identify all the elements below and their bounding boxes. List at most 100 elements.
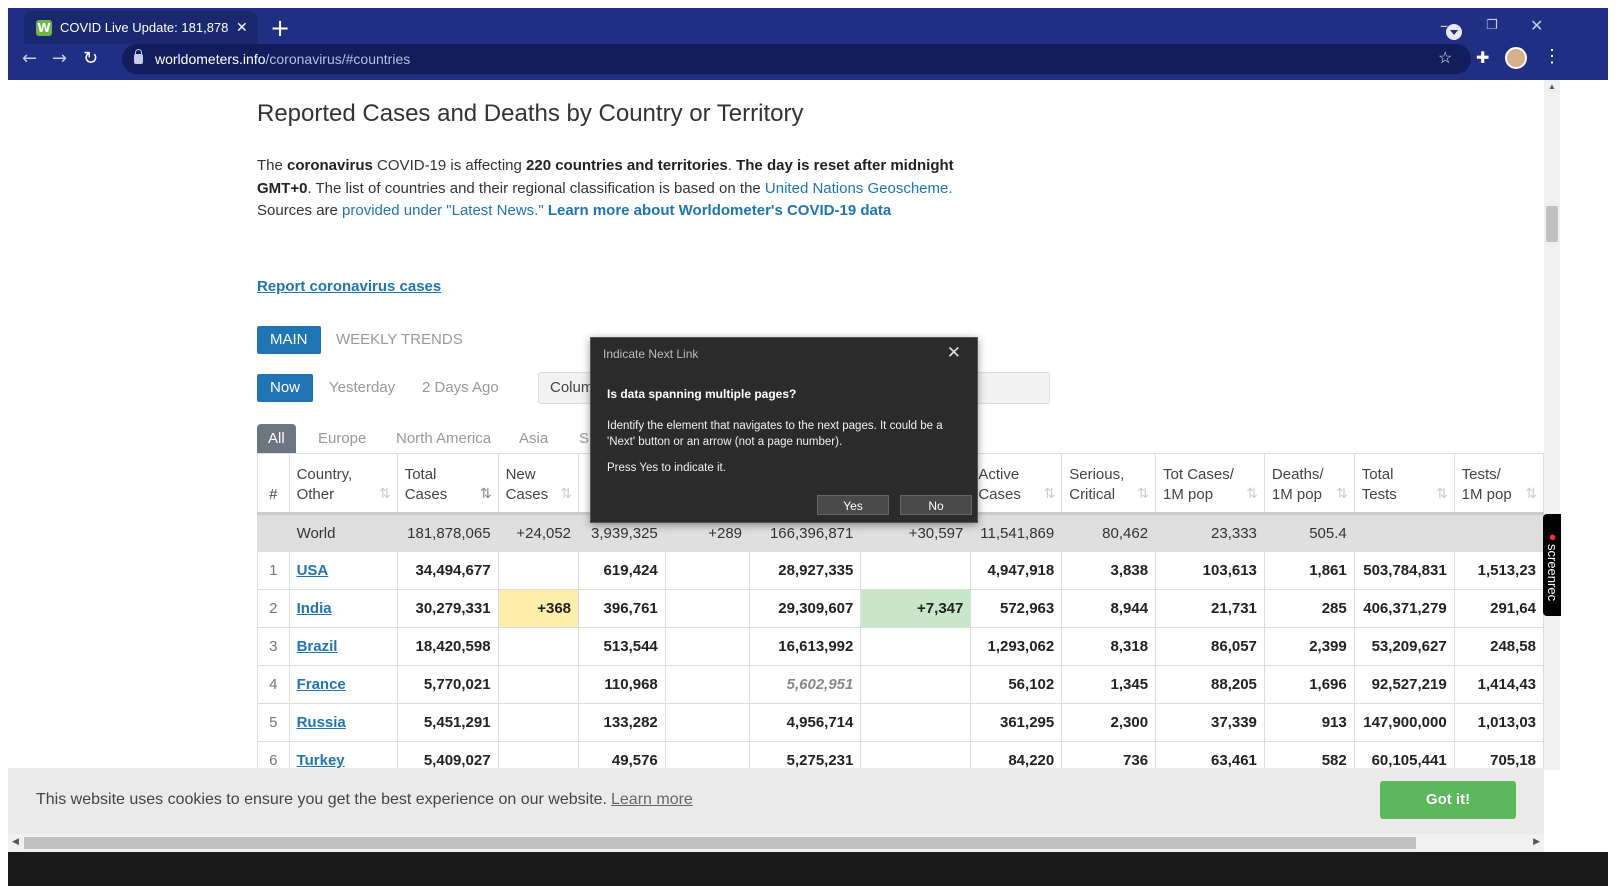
table-cell: 248,58 [1453, 627, 1544, 666]
region-tab-europe[interactable]: Europe [307, 424, 377, 454]
table-cell: 1,414,43 [1453, 665, 1544, 704]
col-total-tests[interactable]: Total Tests ⇅ [1353, 453, 1455, 515]
sort-icon[interactable]: ⇅ [1525, 484, 1537, 504]
country-link[interactable]: India [297, 600, 332, 617]
lock-icon[interactable] [134, 49, 143, 64]
table-cell: 4,947,918 [970, 551, 1063, 590]
back-icon[interactable]: ← [22, 48, 37, 69]
profile-avatar[interactable] [1505, 47, 1527, 69]
col-active-cases[interactable]: Active Cases ⇅ [970, 453, 1063, 515]
col-deaths-per-million[interactable]: Deaths/1M pop ⇅ [1263, 453, 1355, 515]
horizontal-scrollbar[interactable]: ◀ ▶ [8, 834, 1544, 852]
table-cell: 84,220 [970, 741, 1063, 770]
table-cell: 619,424 [578, 551, 666, 590]
sort-icon[interactable]: ⇅ [1436, 484, 1448, 504]
sort-icon[interactable]: ⇅ [1336, 484, 1348, 504]
country-link[interactable]: Turkey [297, 752, 345, 769]
sort-icon[interactable]: ⇅ [560, 484, 572, 504]
table-cell [1353, 513, 1455, 552]
un-geoscheme-link[interactable]: United Nations Geoscheme. [765, 180, 953, 197]
tab-2-days-ago[interactable]: 2 Days Ago [409, 374, 512, 402]
col-tot-cases-per-million[interactable]: Tot Cases/1M pop ⇅ [1155, 453, 1265, 515]
url-text[interactable]: worldometers.info/coronavirus/#countries [155, 51, 410, 67]
sort-icon[interactable]: ⇅ [1137, 484, 1149, 504]
learn-more-link[interactable]: Learn more [611, 791, 693, 808]
table-cell: 1,861 [1263, 551, 1355, 590]
table-cell: India [288, 589, 398, 628]
table-cell: 913 [1263, 703, 1355, 742]
col-new-cases[interactable]: New Cases ⇅ [497, 453, 580, 515]
forward-icon[interactable]: → [52, 48, 67, 69]
sort-desc-icon[interactable]: ⇅ [480, 484, 492, 504]
scroll-right-icon[interactable]: ▶ [1533, 836, 1540, 847]
scrollbar-thumb[interactable] [1546, 206, 1558, 242]
close-window-icon[interactable]: ✕ [1530, 16, 1543, 35]
table-cell: USA [288, 551, 398, 590]
new-tab-button[interactable]: + [270, 14, 290, 42]
table-cell: 396,761 [578, 589, 666, 628]
sort-icon[interactable]: ⇅ [379, 484, 391, 504]
vertical-scrollbar[interactable]: ▲ [1544, 80, 1560, 770]
restore-icon[interactable]: ❐ [1486, 18, 1498, 33]
table-cell [664, 703, 751, 742]
yes-button[interactable]: Yes [817, 495, 889, 515]
region-tab-asia[interactable]: Asia [508, 424, 559, 454]
tab-main[interactable]: MAIN [257, 326, 321, 354]
reload-icon[interactable]: ↻ [83, 48, 98, 69]
region-tab-all[interactable]: All [257, 424, 296, 454]
country-link[interactable]: France [297, 676, 346, 693]
sort-icon[interactable]: ⇅ [1044, 484, 1056, 504]
report-cases-link[interactable]: Report coronavirus cases [257, 278, 441, 295]
browser-menu-icon[interactable]: ⋮ [1543, 46, 1561, 67]
dialog-close-icon[interactable]: ✕ [947, 343, 961, 363]
extensions-icon[interactable]: ✚ [1476, 48, 1489, 68]
table-cell: +24,052 [497, 513, 580, 552]
col-total-cases[interactable]: Total Cases ⇅ [396, 453, 499, 515]
latest-news-link[interactable]: provided under "Latest News." [342, 202, 544, 219]
table-cell [664, 589, 751, 628]
col-country[interactable]: Country, Other ⇅ [288, 453, 398, 515]
table-cell: 406,371,279 [1353, 589, 1455, 628]
dialog-title: Indicate Next Link [603, 347, 699, 361]
table-cell: 361,295 [970, 703, 1063, 742]
table-cell [860, 665, 972, 704]
screenrec-badge[interactable]: ●screenrec [1543, 514, 1561, 616]
address-bar[interactable]: worldometers.info/coronavirus/#countries [122, 44, 1471, 74]
table-cell: 2,399 [1263, 627, 1355, 666]
learn-more-data-link[interactable]: Learn more about Worldometer's COVID-19 … [548, 202, 891, 219]
table-cell: 8,318 [1061, 627, 1157, 666]
table-cell: 1,293,062 [970, 627, 1063, 666]
table-cell: 291,64 [1453, 589, 1544, 628]
region-tab-north-america[interactable]: North America [385, 424, 502, 454]
table-row: 2 India 30,279,331 +368 396,761 29,309,607 +7,… [257, 589, 1544, 628]
tab-close-icon[interactable]: ✕ [236, 19, 248, 36]
sort-icon[interactable]: ⇅ [1246, 484, 1258, 504]
scroll-up-icon[interactable]: ▲ [1548, 82, 1556, 91]
country-link[interactable]: Russia [297, 714, 346, 731]
tab-now[interactable]: Now [257, 374, 314, 402]
scroll-left-icon[interactable]: ◀ [12, 836, 19, 847]
table-cell: 181,878,065 [396, 513, 499, 552]
tab-yesterday[interactable]: Yesterday [316, 374, 408, 402]
no-button[interactable]: No [900, 495, 972, 515]
minimize-icon[interactable]: – [1440, 16, 1448, 35]
scrollbar-thumb[interactable] [24, 837, 1416, 849]
table-cell: 11,541,869 [970, 513, 1063, 552]
bookmark-star-icon[interactable]: ☆ [1438, 48, 1452, 68]
got-it-button[interactable]: Got it! [1380, 781, 1516, 819]
tab-weekly-trends[interactable]: WEEKLY TRENDS [323, 326, 476, 354]
country-link[interactable]: USA [297, 562, 329, 579]
col-serious-critical[interactable]: Serious, Critical ⇅ [1061, 453, 1157, 515]
table-cell: 5,602,951 [749, 665, 862, 704]
table-cell: France [288, 665, 398, 704]
table-cell: 1 [257, 551, 290, 590]
country-link[interactable]: Brazil [297, 638, 338, 655]
table-cell: 86,057 [1155, 627, 1265, 666]
active-tab[interactable]: W COVID Live Update: 181,878,065 ✕ [24, 11, 258, 44]
worldometer-favicon-icon: W [36, 19, 52, 36]
col-tests-per-million[interactable]: Tests/1M pop ⇅ [1453, 453, 1544, 515]
table-cell: 8,944 [1061, 589, 1157, 628]
tab-title: COVID Live Update: 181,878,065 [60, 20, 228, 35]
tab-search-icon[interactable] [1446, 24, 1462, 40]
indicate-next-link-dialog: Indicate Next Link ✕ Is data spanning mu… [590, 337, 978, 523]
